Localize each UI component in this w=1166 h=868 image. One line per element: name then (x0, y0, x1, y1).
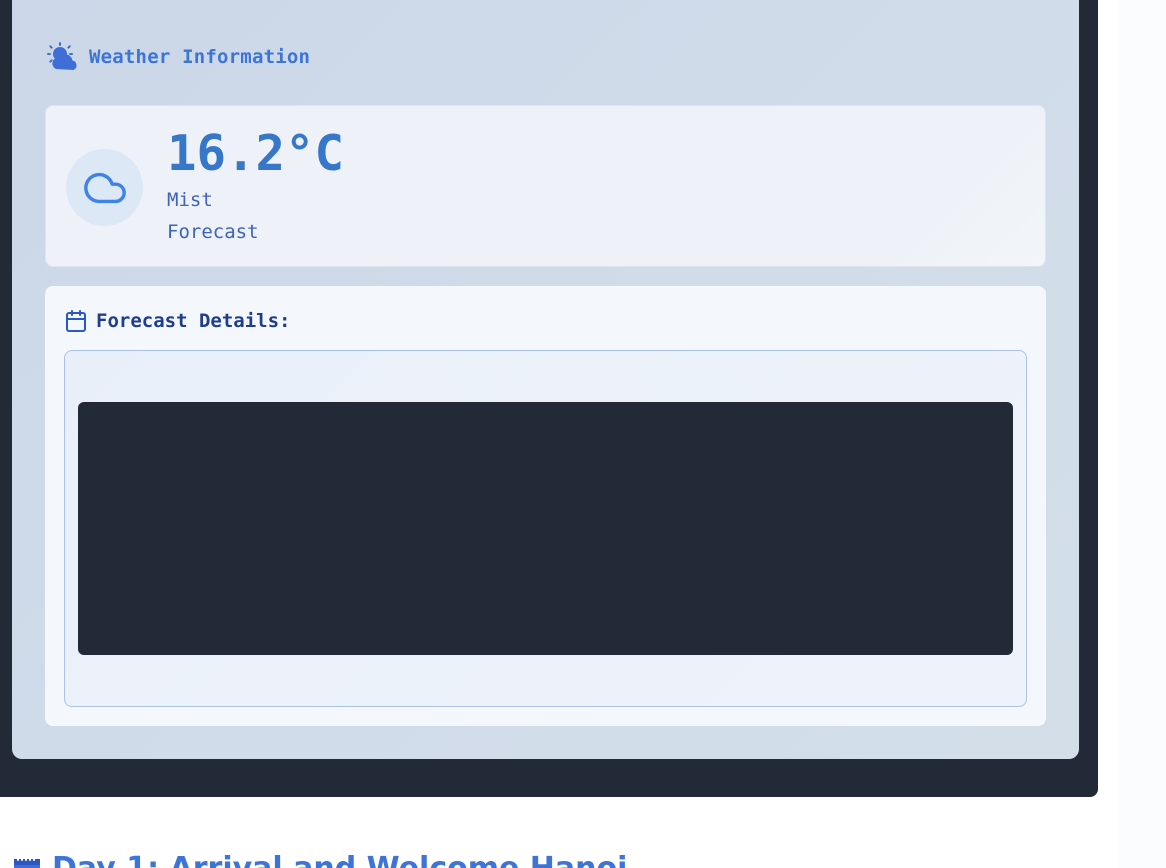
page-right-margin (1118, 0, 1166, 868)
forecast-details-box: Forecast Details: (45, 286, 1046, 726)
weather-condition: Mist (167, 189, 213, 211)
calendar-icon (64, 309, 88, 333)
day-section-heading: Day 1: Arrival and Welcome Hanoi (12, 848, 627, 868)
weather-card: Weather Information 16.2°C Mist Forecast (12, 0, 1079, 759)
cloud-icon (82, 165, 128, 211)
itinerary-dark-panel: Weather Information 16.2°C Mist Forecast (0, 0, 1098, 797)
current-weather-box: 16.2°C Mist Forecast (45, 105, 1046, 267)
day-section-title: Day 1: Arrival and Welcome Hanoi (52, 850, 628, 868)
forecast-details-title: Forecast Details: (96, 310, 291, 332)
forecast-label: Forecast (167, 221, 259, 243)
weather-section-header: Weather Information (46, 40, 310, 74)
condition-icon-badge (66, 149, 143, 226)
forecast-details-header: Forecast Details: (64, 309, 290, 333)
current-temperature: 16.2°C (167, 125, 345, 182)
forecast-content-block (78, 402, 1013, 655)
calendar-icon (12, 853, 42, 868)
weather-section-title: Weather Information (89, 46, 311, 68)
forecast-details-frame (64, 350, 1027, 707)
sun-behind-cloud-icon (46, 41, 79, 74)
